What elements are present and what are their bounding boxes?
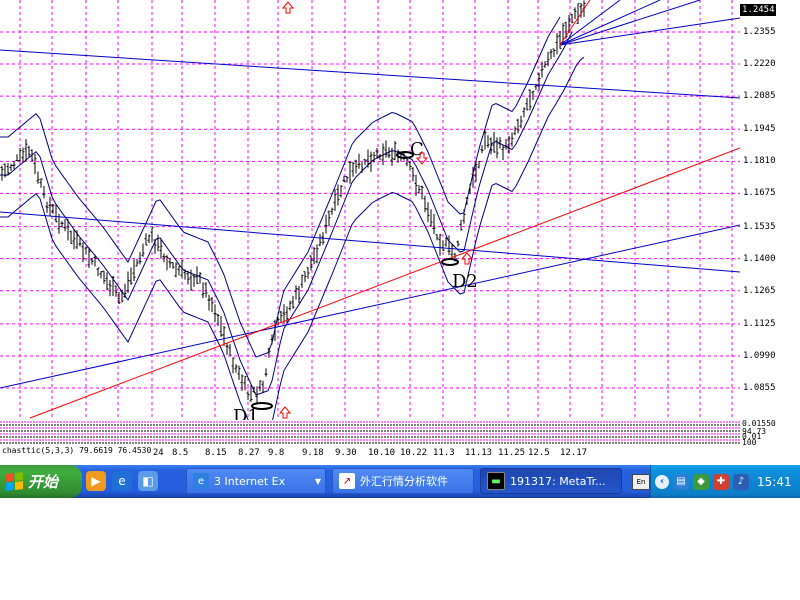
- annotation-d2: D2: [452, 271, 478, 292]
- marker-d2: [441, 258, 459, 266]
- chart-grid: [0, 0, 740, 420]
- price-tick-label: 1.1125: [743, 318, 776, 329]
- bollinger-lower: [0, 56, 585, 420]
- date-tick-label: 11.25: [498, 448, 526, 458]
- date-tick-label: 10.22: [400, 448, 428, 458]
- trendline-upper: [0, 49, 740, 99]
- indicator-label: chasttic(5,3,3) 79.6619 76.4530: [2, 446, 152, 455]
- price-tick-label: 1.2220: [743, 59, 776, 70]
- metatrader-icon: ▬: [487, 472, 505, 490]
- expand-tray-chevron-icon[interactable]: ‹: [655, 474, 669, 489]
- price-tick-label: 1.1945: [743, 124, 776, 135]
- quick-launch-bar: ▶ e ◧: [86, 471, 158, 491]
- task-label: 191317: MetaTr...: [510, 474, 606, 488]
- show-desktop-icon[interactable]: ◧: [138, 471, 158, 491]
- chart-app-icon: ↗: [339, 473, 355, 489]
- price-tick-label: 1.1265: [743, 285, 776, 296]
- keyboard-layout-icon[interactable]: En: [632, 474, 650, 490]
- clock[interactable]: 15:41: [757, 475, 792, 489]
- windows-flag-icon: [6, 472, 23, 491]
- date-tick-label: 10.10: [368, 448, 396, 458]
- antivirus-icon[interactable]: ✚: [713, 473, 729, 490]
- date-tick-label: 8.27: [238, 448, 260, 458]
- task-label: 外汇行情分析软件: [360, 475, 448, 488]
- system-tray: ‹ ▤ ◆ ✚ ♪ 15:41: [650, 465, 800, 498]
- blank-area: [0, 498, 800, 600]
- date-tick-label: 8.15: [205, 448, 227, 458]
- trendline-lower: [0, 224, 740, 389]
- chart-canvas[interactable]: D1D2C: [0, 0, 740, 420]
- ie-icon[interactable]: e: [112, 471, 132, 491]
- price-tick-label: 1.2085: [743, 91, 776, 102]
- start-button[interactable]: 开始: [0, 465, 82, 498]
- date-tick-label: 9.8: [268, 448, 285, 458]
- buy-arrow-1: [278, 406, 292, 419]
- task-forex-analysis[interactable]: ↗ 外汇行情分析软件: [332, 468, 474, 494]
- indicator-canvas: [0, 421, 740, 444]
- price-bars: [0, 0, 586, 405]
- price-tick-label: 1.2355: [743, 27, 776, 37]
- network-icon[interactable]: ▤: [673, 473, 689, 490]
- price-tick-label: 1.1400: [743, 253, 776, 264]
- price-scale: 1.2454 1.2355 1.2220 1.2085 1.1945 1.1810 1.1…: [740, 0, 800, 420]
- group-arrow-icon: ▼: [314, 476, 321, 486]
- task-label: 3 Internet Ex: [214, 474, 286, 488]
- trendline-middle: [0, 211, 740, 273]
- indicator-scale: 0.01550 94.73 0.01 100: [740, 420, 800, 447]
- chart-annotations: D1D2C: [233, 1, 478, 420]
- start-label: 开始: [28, 473, 59, 491]
- date-tick-label: 9.30: [335, 448, 357, 458]
- task-internet-explorer[interactable]: e 3 Internet Ex ▼: [186, 468, 326, 494]
- red-trend-line: [29, 147, 740, 419]
- stochastic-indicator-window[interactable]: [0, 420, 740, 445]
- trend-lines: [0, 0, 740, 419]
- buy-arrow-3: [281, 1, 295, 14]
- price-tick-label: 1.1535: [743, 221, 776, 232]
- date-tick-label: 8.5: [172, 448, 189, 458]
- date-tick-label: 12.17: [560, 448, 588, 458]
- scale-corner: [740, 445, 800, 465]
- fan-line-1: [559, 17, 740, 46]
- task-metatrader[interactable]: ▬ 191317: MetaTr...: [480, 468, 622, 494]
- price-chart[interactable]: D1 D2 C: [0, 0, 740, 420]
- security-icon[interactable]: ◆: [693, 473, 709, 490]
- price-tick-label: 1.0990: [743, 350, 776, 361]
- price-tick-label: 1.0855: [743, 383, 776, 393]
- media-player-icon[interactable]: ▶: [86, 471, 106, 491]
- date-tick-label: 12.5: [528, 448, 550, 458]
- bollinger-bands: [0, 16, 585, 420]
- price-tick-label: 1.1675: [743, 188, 776, 199]
- date-tick-label: 11.13: [465, 448, 493, 458]
- current-price-label: 1.2454: [740, 4, 776, 16]
- windows-taskbar: 开始 ▶ e ◧ e 3 Internet Ex ▼ ↗ 外汇行情分析软件 ▬ …: [0, 465, 800, 498]
- date-tick-label: 9.18: [302, 448, 324, 458]
- volume-icon[interactable]: ♪: [733, 473, 749, 490]
- price-tick-label: 1.1810: [743, 156, 776, 167]
- date-tick-label: 11.3: [433, 448, 455, 458]
- ie-icon: e: [193, 473, 209, 489]
